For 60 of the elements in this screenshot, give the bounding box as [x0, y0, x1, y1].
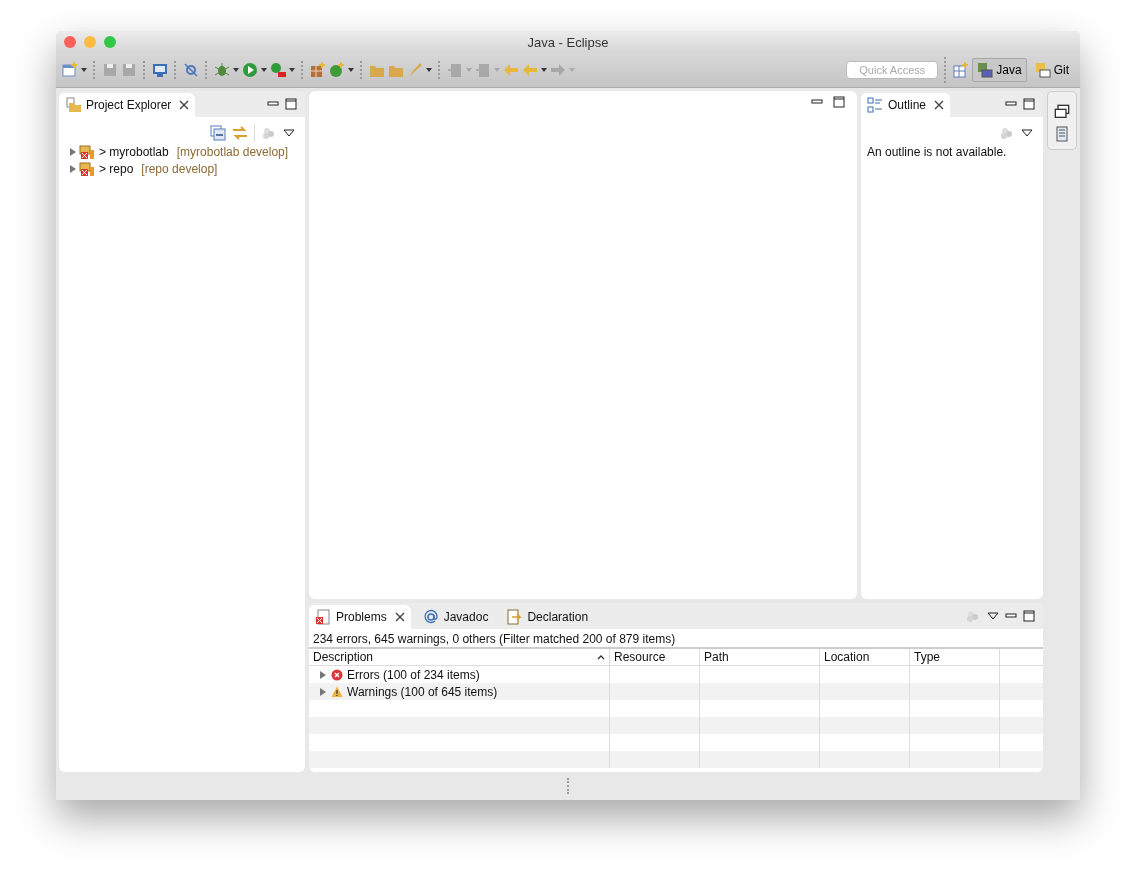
project-icon: [79, 160, 95, 177]
play-icon[interactable]: [242, 62, 258, 78]
outline-tab[interactable]: Outline: [861, 93, 951, 117]
caret-icon[interactable]: [233, 68, 239, 72]
document-icon[interactable]: [1054, 126, 1070, 142]
caret-icon[interactable]: [426, 68, 432, 72]
problems-icon: [315, 609, 331, 625]
maximize-icon[interactable]: [1023, 610, 1035, 622]
view-menu-icon[interactable]: [1021, 129, 1033, 137]
view-menu-icon[interactable]: [283, 129, 295, 137]
caret-icon[interactable]: [289, 68, 295, 72]
link-arrows-icon[interactable]: [232, 125, 248, 141]
document-arrow-icon: [506, 609, 523, 625]
project-explorer-tab[interactable]: Project Explorer: [59, 93, 196, 117]
project-tree-item[interactable]: > myrobotlab [myrobotlab develop]: [69, 143, 301, 160]
expand-triangle-icon[interactable]: [69, 147, 77, 156]
open-perspective-icon[interactable]: [953, 62, 970, 78]
column-header[interactable]: Description: [309, 649, 610, 666]
outline-message: An outline is not available.: [866, 144, 1008, 161]
column-header[interactable]: Path: [700, 649, 820, 666]
close-icon[interactable]: [179, 100, 190, 110]
folder-icon: [65, 97, 81, 113]
grid-plus-icon[interactable]: [310, 62, 326, 78]
maximize-icon[interactable]: [833, 96, 845, 108]
problems-summary: 234 errors, 645 warnings, 0 others (Filter matched 200 of 879 items): [309, 629, 1043, 649]
error-icon: [331, 668, 343, 681]
warning-icon: [331, 685, 343, 698]
restore-icon[interactable]: [1054, 104, 1070, 120]
close-icon[interactable]: [394, 612, 405, 622]
maximize-icon[interactable]: [1023, 98, 1035, 110]
perspective-button[interactable]: Java: [972, 58, 1027, 82]
perspective-button[interactable]: Git: [1029, 58, 1074, 82]
column-header[interactable]: Type: [910, 649, 1000, 666]
close-button[interactable]: [64, 36, 76, 48]
quick-access-field[interactable]: Quick Access: [846, 61, 939, 79]
caret-icon[interactable]: [541, 68, 547, 72]
crossed-circle-icon[interactable]: [183, 62, 199, 78]
expand-triangle-icon[interactable]: [69, 164, 77, 173]
maximize-icon[interactable]: [285, 98, 297, 110]
project-icon: [79, 143, 95, 160]
at-sign-icon: [422, 609, 439, 625]
expand-triangle-icon[interactable]: [319, 670, 327, 679]
column-header[interactable]: Resource: [610, 649, 700, 666]
project-tree-item[interactable]: > repo [repo develop]: [69, 160, 301, 177]
caret-icon[interactable]: [348, 68, 354, 72]
caret-icon[interactable]: [81, 68, 87, 72]
expand-triangle-icon[interactable]: [319, 687, 327, 696]
monitor-icon[interactable]: [152, 62, 168, 78]
perspective-icon: [977, 62, 994, 78]
view-menu-icon[interactable]: [987, 612, 999, 620]
view-tab[interactable]: Problems: [309, 605, 411, 629]
window-title: Java - Eclipse: [527, 34, 609, 50]
column-header[interactable]: Location: [820, 649, 910, 666]
collapse-all-icon[interactable]: [210, 125, 226, 141]
perspective-icon: [1034, 62, 1051, 78]
outline-icon: [867, 97, 883, 113]
sort-caret-icon: [597, 654, 605, 660]
caret-icon[interactable]: [261, 68, 267, 72]
stacked-disks-icon[interactable]: [121, 62, 137, 78]
close-icon[interactable]: [934, 100, 945, 110]
